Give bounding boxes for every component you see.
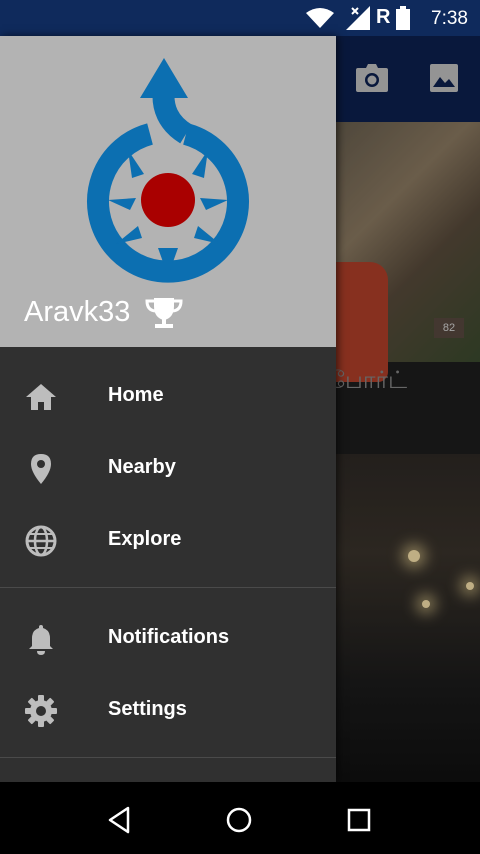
wikimedia-commons-logo: [87, 58, 249, 283]
location-pin-icon: [31, 454, 51, 484]
drawer-header: Aravk33: [0, 36, 336, 347]
drawer-item-explore[interactable]: Explore: [0, 504, 336, 576]
drawer-item-label: Home: [108, 384, 164, 406]
drawer-divider: [0, 587, 336, 588]
status-bar: R 7:38: [0, 0, 480, 36]
drawer-item-label: Notifications: [108, 626, 230, 648]
username[interactable]: Aravk33: [24, 296, 130, 329]
navigation-drawer: Aravk33 Home Nearby Explore Notification…: [0, 36, 336, 782]
drawer-item-nearby[interactable]: Nearby: [0, 432, 336, 504]
drawer-scrim[interactable]: [336, 36, 480, 782]
drawer-item-settings[interactable]: Settings: [0, 674, 336, 746]
drawer-divider: [0, 757, 336, 758]
battery-icon: [396, 6, 410, 30]
network-type-label: R: [376, 6, 391, 28]
drawer-item-notifications[interactable]: Notifications: [0, 602, 336, 674]
drawer-item-label: Nearby: [108, 456, 176, 478]
recents-icon[interactable]: [341, 802, 377, 838]
bell-icon: [29, 625, 53, 655]
home-circle-icon[interactable]: [221, 802, 257, 838]
drawer-item-label: Settings: [108, 698, 187, 720]
drawer-item-label: Explore: [108, 528, 182, 550]
system-nav-bar: [0, 782, 480, 854]
gear-icon: [25, 695, 57, 727]
signal-icon: [346, 6, 370, 30]
globe-icon: [25, 525, 57, 557]
status-time: 7:38: [431, 8, 468, 29]
back-icon[interactable]: [102, 802, 138, 838]
wifi-icon: [306, 8, 334, 28]
drawer-item-home[interactable]: Home: [0, 360, 336, 432]
home-icon: [26, 384, 56, 410]
trophy-icon[interactable]: [144, 296, 184, 330]
